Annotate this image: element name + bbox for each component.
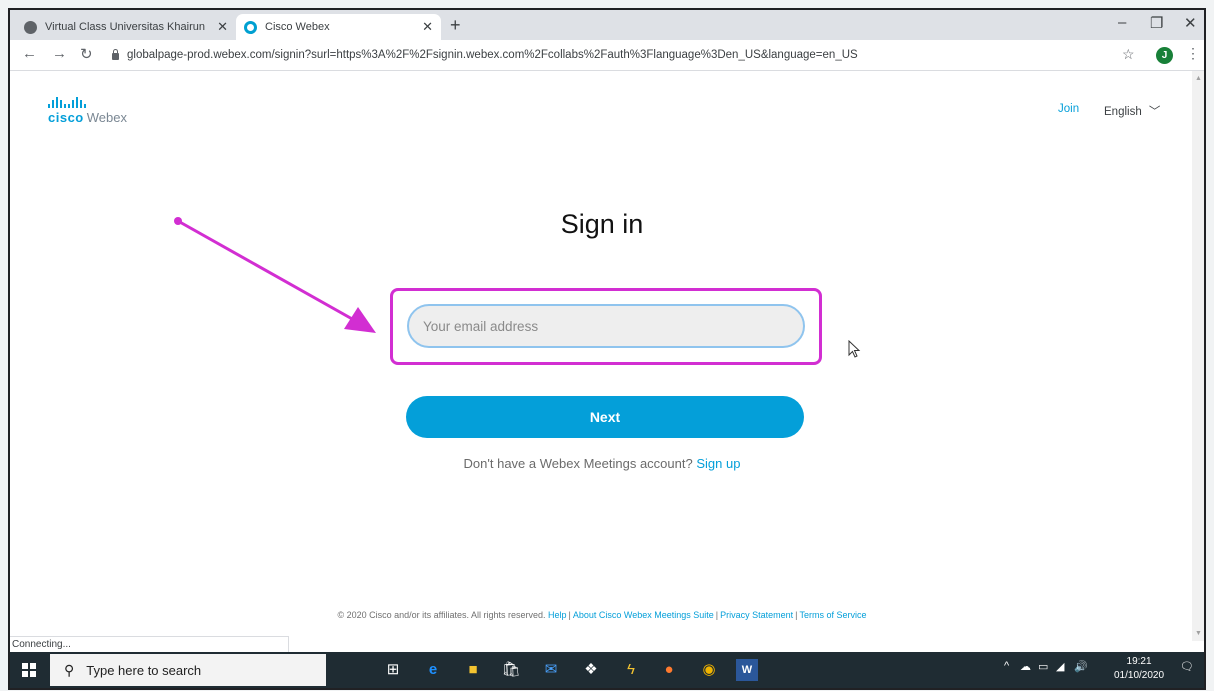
globe-icon [24,20,37,34]
next-button[interactable]: Next [406,396,804,438]
battery-icon[interactable]: ▭ [1038,660,1048,673]
tab-cisco-webex[interactable]: Cisco Webex ✕ [236,14,441,40]
network-icon[interactable]: ◢ [1056,660,1064,673]
signup-prompt-text: Don't have a Webex Meetings account? [463,456,693,471]
edge-icon[interactable]: e [422,659,444,681]
clock-date: 01/10/2020 [1114,670,1165,681]
profile-avatar[interactable]: J [1156,47,1173,64]
window-close-button[interactable]: ✕ [1184,14,1197,32]
annotation-arrow-icon [174,217,376,333]
footer-link-help[interactable]: Help [548,610,567,620]
tab-close-icon[interactable]: ✕ [422,19,433,35]
windows-start-icon[interactable] [22,663,36,677]
taskbar-search-box[interactable]: ⚲ Type here to search [50,654,326,686]
tab-title: Cisco Webex [265,21,330,33]
store-icon[interactable]: 🛍 [500,659,522,681]
webex-signin-page: ciscoWebex Join English ﹀ Sign in Next D… [10,71,1194,641]
search-icon: ⚲ [64,661,75,678]
signup-link[interactable]: Sign up [696,456,740,471]
winamp-icon[interactable]: ϟ [620,659,642,681]
windows-taskbar: ⚲ Type here to search ⊞ e ■ 🛍 ✉ ❖ ϟ ● ◉ … [10,652,1204,688]
url-text: globalpage-prod.webex.com/signin?surl=ht… [127,49,858,61]
word-icon[interactable]: W [736,659,758,681]
clock-time: 19:21 [1126,656,1152,667]
firefox-icon[interactable]: ● [658,659,680,681]
language-selector[interactable]: English ﹀ [1104,103,1160,119]
bookmark-star-icon[interactable]: ☆ [1122,46,1135,63]
onedrive-icon[interactable]: ☁ [1020,660,1031,673]
lock-icon [112,48,119,60]
file-explorer-icon[interactable]: ■ [462,659,484,681]
mail-icon[interactable]: ✉ [540,659,562,681]
restore-button[interactable]: ❐ [1150,14,1163,32]
back-arrow-icon[interactable]: ← [22,45,37,62]
join-link[interactable]: Join [1058,103,1079,115]
browser-window: Virtual Class Universitas Khairun ✕ Cisc… [8,8,1206,690]
tab-close-icon[interactable]: ✕ [217,19,228,35]
chevron-down-icon: ﹀ [1148,106,1161,118]
notifications-icon[interactable]: 🗨 [1180,660,1194,673]
status-bar: Connecting... [10,636,289,653]
tray-chevron-icon[interactable]: ^ [1004,660,1009,672]
tab-title: Virtual Class Universitas Khairun [45,21,205,33]
address-bar[interactable]: globalpage-prod.webex.com/signin?surl=ht… [112,44,1112,66]
footer-link-privacy[interactable]: Privacy Statement [720,610,793,620]
volume-icon[interactable]: 🔊 [1074,660,1088,673]
scroll-up-icon[interactable]: ▲ [1195,75,1202,82]
minimize-button[interactable]: – [1118,14,1126,31]
chrome-icon[interactable]: ◉ [698,659,720,681]
scroll-down-icon[interactable]: ▼ [1195,630,1202,637]
page-scrollbar[interactable]: ▲ ▼ [1192,71,1204,641]
browser-toolbar: ← → ↻ globalpage-prod.webex.com/signin?s… [10,40,1204,71]
forward-arrow-icon[interactable]: → [52,45,67,62]
tab-strip: Virtual Class Universitas Khairun ✕ Cisc… [10,10,1204,40]
page-footer: © 2020 Cisco and/or its affiliates. All … [337,610,867,620]
taskbar-search-placeholder: Type here to search [86,662,202,678]
mouse-cursor-icon [848,340,861,358]
footer-link-about[interactable]: About Cisco Webex Meetings Suite [573,610,714,620]
footer-link-terms[interactable]: Terms of Service [800,610,867,620]
webex-favicon-icon [244,20,257,34]
task-view-icon[interactable]: ⊞ [382,659,404,681]
taskbar-clock[interactable]: 19:21 01/10/2020 [1114,655,1164,683]
tab-virtual-class[interactable]: Virtual Class Universitas Khairun ✕ [16,14,236,40]
email-input[interactable] [407,304,805,348]
copyright-text: © 2020 Cisco and/or its affiliates. All … [337,610,546,620]
dropbox-icon[interactable]: ❖ [580,659,602,681]
reload-icon[interactable]: ↻ [80,45,93,63]
signup-prompt: Don't have a Webex Meetings account? Sig… [10,456,1194,471]
browser-menu-icon[interactable]: ⋮ [1186,45,1200,62]
new-tab-button[interactable]: + [450,15,461,36]
language-label: English [1104,106,1142,118]
